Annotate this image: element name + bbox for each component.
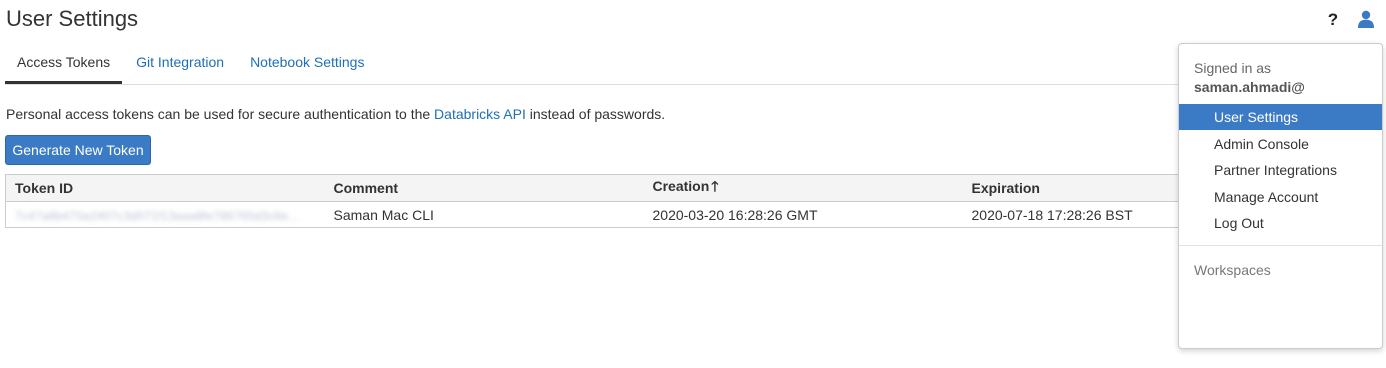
settings-tabs: Access Tokens Git Integration Notebook S… xyxy=(5,44,1185,85)
menu-item-workspaces[interactable]: Workspaces xyxy=(1194,262,1271,278)
table-header-row: Token ID Comment Creation 🡑 Expiration xyxy=(5,174,1205,202)
signed-in-label: Signed in as xyxy=(1194,60,1272,76)
intro-text: Personal access tokens can be used for s… xyxy=(6,106,665,122)
column-header-token-id[interactable]: Token ID xyxy=(5,174,325,202)
column-header-comment[interactable]: Comment xyxy=(324,174,644,202)
expiration-cell: 2020-07-18 17:28:26 BST xyxy=(971,206,1133,223)
menu-item-admin-console[interactable]: Admin Console xyxy=(1179,131,1382,157)
menu-item-partner-integrations[interactable]: Partner Integrations xyxy=(1179,157,1382,183)
menu-item-user-settings[interactable]: User Settings xyxy=(1179,104,1382,130)
column-header-expiration[interactable]: Expiration xyxy=(962,174,1205,202)
tab-git-integration[interactable]: Git Integration xyxy=(124,44,236,84)
token-table: Token ID Comment Creation 🡑 Expiration 7c… xyxy=(5,174,1205,228)
intro-before: Personal access tokens can be used for s… xyxy=(6,106,435,122)
sort-ascending-icon: 🡑 xyxy=(711,178,719,194)
comment-cell: Saman Mac CLI xyxy=(333,206,434,223)
creation-cell: 2020-03-20 16:28:26 GMT xyxy=(652,206,818,223)
generate-new-token-button[interactable]: Generate New Token xyxy=(5,135,151,165)
creation-header-label: Creation xyxy=(652,178,710,194)
menu-item-manage-account[interactable]: Manage Account xyxy=(1179,184,1382,210)
help-icon[interactable]: ? xyxy=(1325,10,1341,30)
page-title: User Settings xyxy=(6,6,139,31)
menu-item-log-out[interactable]: Log Out xyxy=(1179,210,1382,236)
table-row: 7c47a8b470a2407c3d071f13aaa8fe786765d3c6… xyxy=(6,202,1205,228)
token-id-value: 7c47a8b470a2407c3d071f13aaa8fe786765d3c6… xyxy=(15,208,301,223)
tab-notebook-settings[interactable]: Notebook Settings xyxy=(238,44,376,84)
user-icon[interactable] xyxy=(1357,10,1375,28)
databricks-api-link[interactable]: Databricks API xyxy=(434,106,526,122)
user-menu-dropdown: Signed in as saman.ahmadi@ User Settings… xyxy=(1178,43,1383,349)
token-id-cell: 7c47a8b470a2407c3d071f13aaa8fe786765d3c6… xyxy=(6,202,325,228)
column-header-creation[interactable]: Creation 🡑 xyxy=(643,174,963,202)
menu-divider xyxy=(1179,245,1382,246)
tab-access-tokens[interactable]: Access Tokens xyxy=(5,44,123,84)
signed-in-email: saman.ahmadi@ xyxy=(1194,79,1305,95)
intro-after: instead of passwords. xyxy=(525,106,666,122)
